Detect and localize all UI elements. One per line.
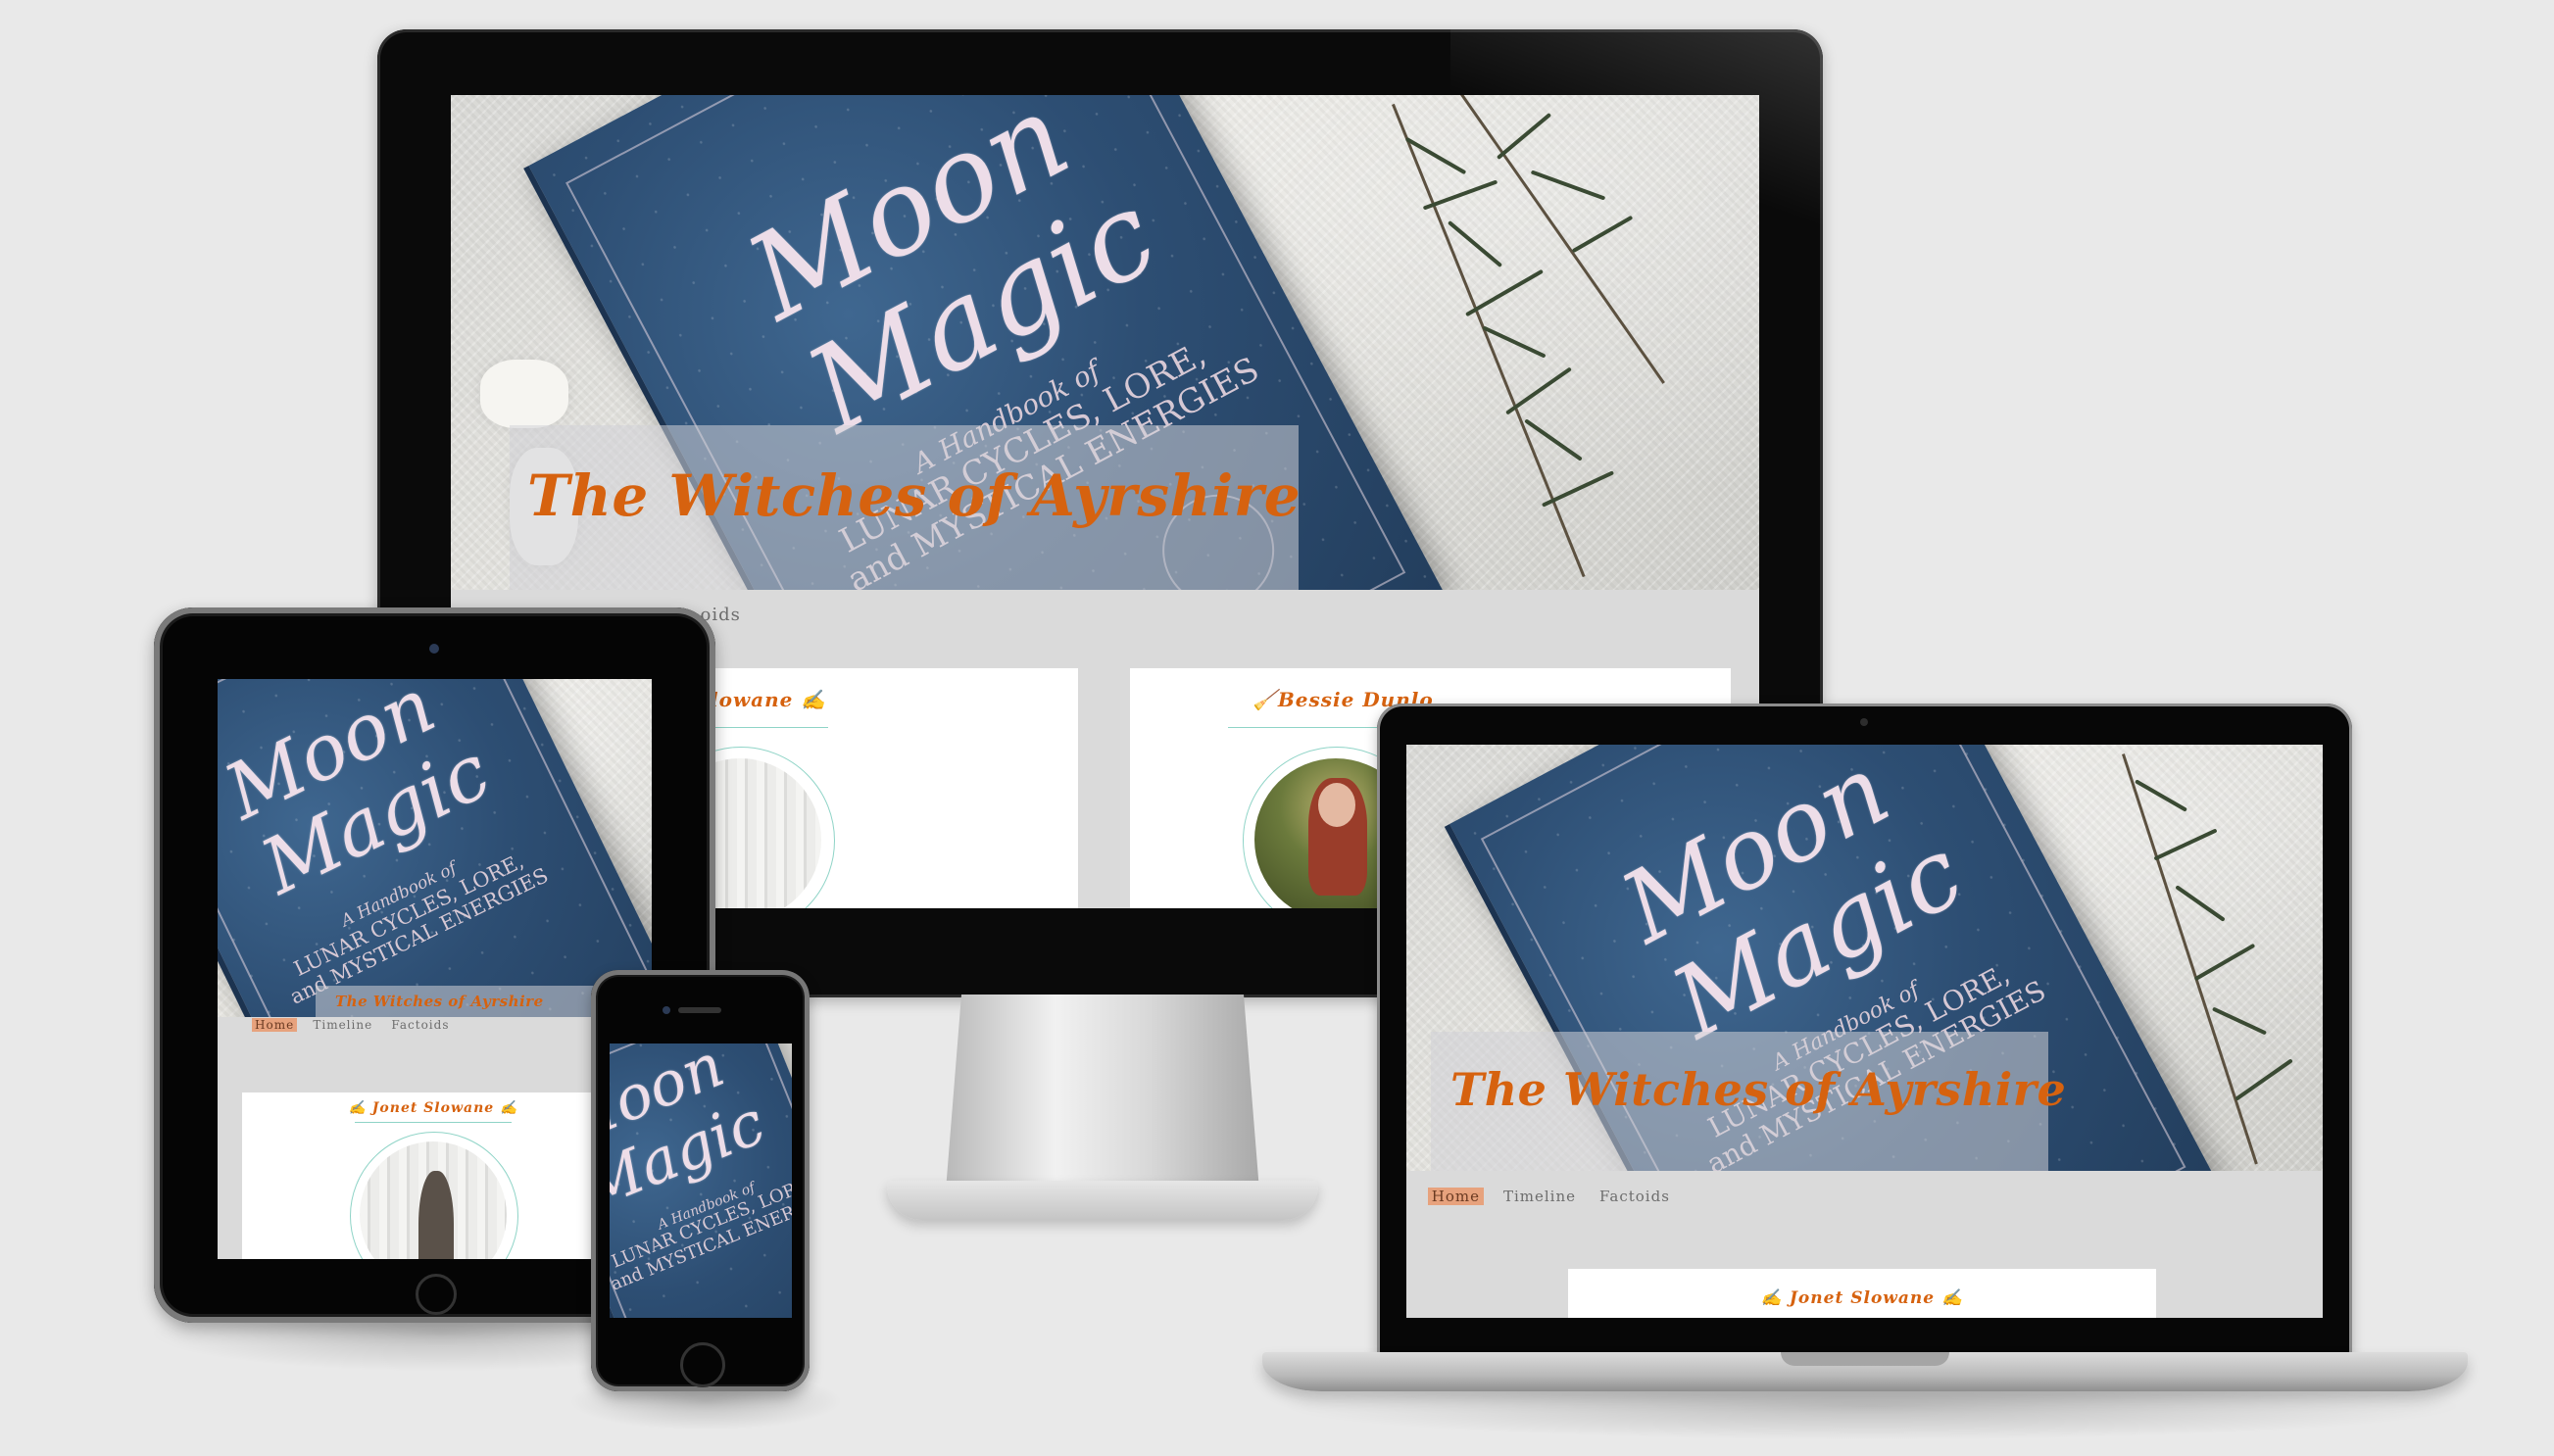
camera-icon: [663, 1006, 670, 1014]
site-title: The Witches of Ayrshire: [527, 462, 1302, 529]
card-name: ✍ Jonet Slowane ✍: [1760, 1288, 1964, 1308]
rosemary-needle: [2211, 1006, 2268, 1036]
rosemary-needle: [2153, 828, 2218, 861]
avatar-figure: [418, 1171, 454, 1259]
rosemary-needle: [1505, 366, 1572, 415]
nav-item-factoids[interactable]: Factoids: [388, 1018, 452, 1032]
nav-item-timeline[interactable]: Timeline: [310, 1018, 375, 1032]
nav-item-home[interactable]: Home: [252, 1018, 298, 1032]
card-name: ✍ Jonet Slowane ✍: [348, 1100, 518, 1116]
iphone-screen: Moon Magic A Handbook of LUNAR CYCLES, L…: [610, 1043, 792, 1318]
camera-icon: [1860, 718, 1868, 726]
macbook-screen: Moon Magic A Handbook of LUNAR CYCLES, L…: [1406, 745, 2323, 1318]
witch-card-jonet[interactable]: ✍ Jonet Slowane ✍: [242, 1092, 624, 1259]
rosemary-needle: [2193, 943, 2256, 982]
screen-glare: [1450, 29, 1823, 225]
nav-item-home[interactable]: Home: [1428, 1188, 1484, 1205]
coral-ornament: [480, 360, 568, 428]
rosemary-needle: [2175, 885, 2226, 922]
speaker-grille: [678, 1007, 721, 1013]
home-button-icon[interactable]: [680, 1342, 725, 1387]
avatar-face: [1318, 783, 1355, 827]
main-nav: Home Timeline Factoids: [1428, 1188, 1674, 1205]
book-cover: Moon Magic A Handbook of LUNAR CYCLES, L…: [610, 1043, 792, 1318]
site-title: The Witches of Ayrshire: [335, 993, 544, 1010]
nav-item-timeline[interactable]: Timeline: [1499, 1188, 1580, 1205]
site-title: The Witches of Ayrshire: [1450, 1063, 2067, 1116]
imac-stand-foot: [887, 1181, 1318, 1220]
witch-card-jonet[interactable]: ✍ Jonet Slowane ✍: [1568, 1269, 2156, 1318]
rosemary-stem: [2122, 753, 2258, 1165]
rosemary-needle: [1541, 470, 1615, 508]
hero-image: Moon Magic A Handbook of LUNAR CYCLES, L…: [218, 679, 652, 1017]
hero-image: Moon Magic A Handbook of LUNAR CYCLES, L…: [1406, 745, 2323, 1171]
rosemary-needle: [1465, 268, 1544, 317]
main-nav: Home Timeline Factoids: [252, 1018, 453, 1032]
macbook-opening-notch: [1781, 1352, 1949, 1366]
nav-item-factoids[interactable]: Factoids: [1596, 1188, 1673, 1205]
camera-icon: [429, 644, 439, 654]
home-button-icon[interactable]: [416, 1274, 457, 1315]
card-divider: [355, 1122, 512, 1123]
rosemary-needle: [2135, 779, 2187, 812]
rosemary-sprig: [2083, 745, 2323, 1171]
rosemary-needle: [2235, 1058, 2293, 1101]
hero-image: Moon Magic A Handbook of LUNAR CYCLES, L…: [610, 1043, 792, 1318]
card-name: lowane ✍: [711, 688, 827, 711]
imac-stand: [946, 995, 1259, 1190]
ipad-screen: Moon Magic A Handbook of LUNAR CYCLES, L…: [218, 679, 652, 1259]
